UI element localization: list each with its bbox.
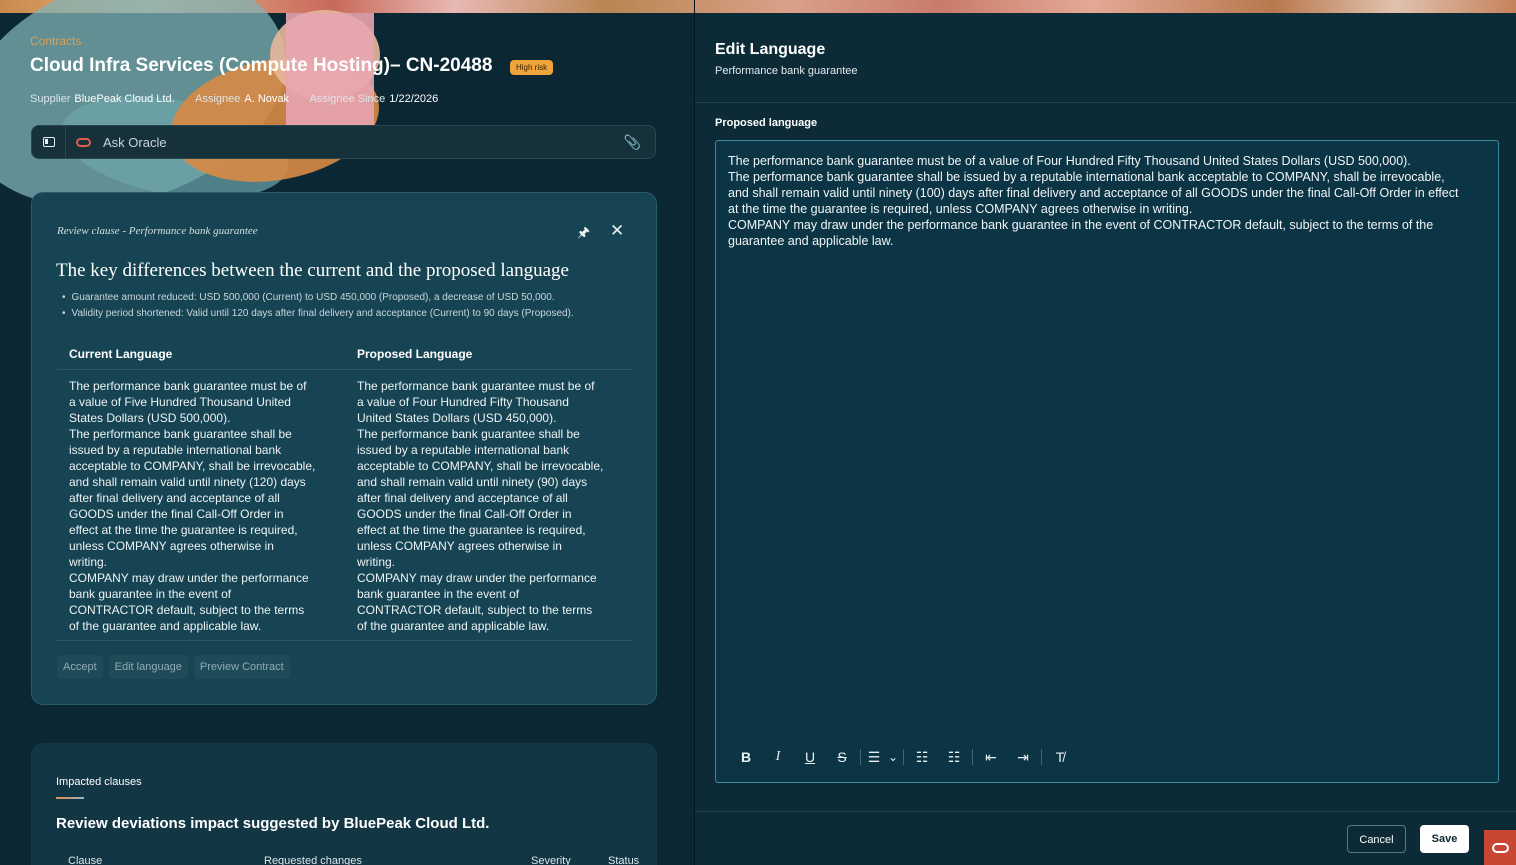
list-item: Validity period shortened: Valid until 1… [62,306,574,322]
assignee-label: Assignee [195,93,241,105]
toolbar-separator [903,749,904,765]
toolbar-separator [860,749,861,765]
proposed-language-header: Proposed Language [357,347,473,361]
drawer-title: Edit Language [715,41,826,58]
divider [695,102,1516,103]
italic-icon[interactable]: I [762,749,794,765]
ask-oracle-bar[interactable]: Ask Oracle 📎 [31,125,656,159]
review-subtitle: Review clause - Performance bank guarant… [57,225,258,237]
close-icon[interactable]: ✕ [610,221,624,241]
proposed-language-label: Proposed language [715,117,818,129]
numbered-list-icon[interactable]: ☷ [938,749,970,766]
contract-panel: Contracts Cloud Infra Services (Compute … [0,13,694,865]
list-item: Guarantee amount reduced: USD 500,000 (C… [62,290,574,306]
oracle-assistant-button[interactable] [1484,830,1516,865]
differences-list: Guarantee amount reduced: USD 500,000 (C… [62,290,574,322]
comparison-table: Current Language Proposed Language The p… [57,333,633,641]
bulleted-list-icon[interactable]: ☷ [906,749,938,766]
assignee-value: A. Novak [244,93,290,105]
toolbar-separator [1041,749,1042,765]
toolbar-separator [972,749,973,765]
strikethrough-icon[interactable]: S [826,749,858,765]
since-label: Assignee Since [309,93,386,105]
review-actions: Accept Edit language Preview Contract [57,655,290,679]
review-heading: The key differences between the current … [56,260,569,281]
edit-language-drawer: Edit Language Performance bank guarantee… [695,13,1516,865]
align-icon[interactable]: ☰ [863,749,885,766]
accent-underline [56,797,84,799]
edit-language-button[interactable]: Edit language [108,655,188,679]
risk-badge: High risk [510,60,554,75]
impacted-clauses-card: Impacted clauses Review deviations impac… [31,743,657,865]
formatting-toolbar: B I U S ☰ ⌄ ☷ ☷ ⇤ ⇥ T̸ [730,745,1076,769]
accept-button[interactable]: Accept [57,655,103,679]
column-header-severity[interactable]: Severity [531,855,571,865]
proposed-language-editor[interactable]: The performance bank guarantee must be o… [715,140,1499,783]
breadcrumb[interactable]: Contracts [30,34,81,48]
preview-contract-button[interactable]: Preview Contract [193,655,290,679]
paperclip-icon[interactable]: 📎 [624,134,641,151]
column-header-status[interactable]: Status [608,855,639,865]
divider [695,811,1516,812]
save-button[interactable]: Save [1420,825,1469,853]
page-title: Cloud Infra Services (Compute Hosting)– … [30,55,493,76]
drawer-subtitle: Performance bank guarantee [715,65,858,77]
review-clause-card: Review clause - Performance bank guarant… [31,192,657,705]
proposed-language-text: The performance bank guarantee must be o… [357,379,604,633]
cancel-button[interactable]: Cancel [1347,825,1406,853]
outdent-icon[interactable]: ⇤ [975,749,1007,766]
panel-toggle-button[interactable] [32,126,66,158]
indent-icon[interactable]: ⇥ [1007,749,1039,766]
current-language-text: The performance bank guarantee must be o… [69,379,316,633]
supplier-label: Supplier [30,93,71,105]
ask-oracle-input[interactable]: Ask Oracle [103,135,167,150]
column-header-clause[interactable]: Clause [68,855,102,865]
since-value: 1/22/2026 [389,93,439,105]
current-language-header: Current Language [69,347,173,361]
impacted-clauses-label: Impacted clauses [56,776,142,788]
chevron-down-icon[interactable]: ⌄ [885,750,901,764]
supplier-value: BluePeak Cloud Ltd. [74,93,175,105]
contract-meta: Supplier BluePeak Cloud Ltd. Assignee A. N… [30,93,456,105]
column-header-requested-changes[interactable]: Requested changes [264,855,362,865]
bold-icon[interactable]: B [730,749,762,765]
oracle-logo-icon [76,137,91,147]
underline-icon[interactable]: U [794,749,826,765]
impacted-heading: Review deviations impact suggested by Bl… [56,815,490,832]
panel-toggle-icon [42,137,55,147]
clear-formatting-icon[interactable]: T̸ [1044,749,1076,765]
editor-text[interactable]: The performance bank guarantee must be o… [728,153,1488,249]
pin-icon[interactable]: 🖈 [577,222,590,246]
oracle-logo-icon [1491,842,1509,853]
